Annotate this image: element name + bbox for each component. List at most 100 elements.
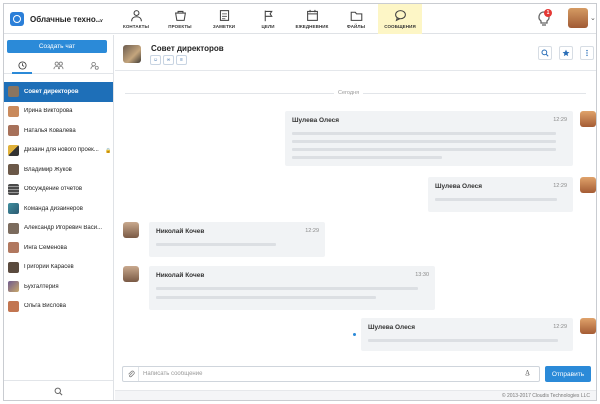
nav-label: ЗАМЕТКИ	[212, 24, 236, 29]
attach-button[interactable]	[123, 367, 139, 381]
contacts-icon	[128, 8, 144, 22]
nav-label: ПРОЕКТЫ	[168, 24, 192, 29]
favorite-button[interactable]	[559, 46, 573, 60]
lock-icon: 🔒	[105, 147, 112, 154]
main-nav: КОНТАКТЫ ПРОЕКТЫ ЗАМЕТКИ ЦЕЛИ ЕЖЕДНЕВНИК…	[114, 4, 422, 34]
message-bubble: Шулева Олеся 12:29	[285, 111, 573, 166]
workspace-name: Облачные техно...	[30, 14, 103, 24]
avatar	[8, 281, 19, 293]
chat-item[interactable]: Бухгалтерия	[4, 277, 113, 297]
chat-item[interactable]: Владимир Жуков	[4, 160, 113, 180]
chat-item[interactable]: Обсуждение отчетов	[4, 180, 113, 200]
message-author: Шулева Олеся	[435, 183, 483, 190]
chat-header: Совет директоров ☺ ∞ ≡	[115, 35, 596, 71]
message-time: 12:29	[553, 183, 567, 189]
notification-badge: 1	[544, 9, 552, 17]
tab-contacts[interactable]	[40, 58, 76, 73]
message-bubble: Николай Кочев 13:30	[149, 266, 435, 310]
chevron-down-icon: ⌄	[98, 14, 105, 23]
links-icon[interactable]: ≡	[176, 55, 187, 65]
message-input[interactable]	[143, 369, 513, 379]
avatar	[8, 125, 19, 137]
avatar	[8, 105, 19, 117]
tab-recent[interactable]	[4, 58, 40, 74]
text-format-icon[interactable]: A̲	[525, 369, 530, 377]
nav-goals[interactable]: ЦЕЛИ	[246, 4, 290, 34]
paperclip-icon	[127, 370, 135, 378]
search-icon	[541, 49, 549, 57]
message-text-line	[435, 198, 557, 201]
app-window: Облачные техно... ⌄ КОНТАКТЫ ПРОЕКТЫ ЗАМ…	[3, 3, 597, 401]
workspace-switcher[interactable]: Облачные техно... ⌄	[4, 4, 114, 34]
avatar	[580, 111, 596, 127]
avatar	[8, 164, 19, 176]
chat-item[interactable]: Команда дизайнеров	[4, 199, 113, 219]
chat-item-name: Бухгалтерия	[24, 283, 59, 290]
chat-item[interactable]: Дизайн для нового проек... 🔒	[4, 141, 113, 161]
message-author: Николай Кочев	[156, 228, 205, 235]
attachments-icon[interactable]: ∞	[163, 55, 174, 65]
chevron-down-icon[interactable]: ⌄	[590, 14, 596, 22]
chat-item[interactable]: Григорий Карасев	[4, 258, 113, 278]
create-chat-button[interactable]: Создать чат	[7, 40, 107, 53]
search-icon	[54, 387, 63, 396]
chat-item-name: Команда дизайнеров	[24, 205, 83, 212]
chat-item[interactable]: Инга Семенова	[4, 238, 113, 258]
nav-contacts[interactable]: КОНТАКТЫ	[114, 4, 158, 34]
sidebar-search-button[interactable]	[4, 380, 113, 400]
avatar	[580, 177, 596, 193]
message-text-line	[156, 243, 276, 246]
nav-projects[interactable]: ПРОЕКТЫ	[158, 4, 202, 34]
clock-icon	[18, 61, 27, 70]
workspace-logo-icon	[10, 12, 24, 26]
chat-header-actions: ☺ ∞ ≡	[150, 55, 187, 65]
avatar	[8, 261, 19, 273]
notes-icon	[216, 8, 232, 22]
message-author: Николай Кочев	[156, 272, 205, 279]
sidebar-tabs	[4, 58, 113, 74]
chat-item-name: Обсуждение отчетов	[24, 186, 83, 193]
chat-item[interactable]: Александр Игоревич Васи...	[4, 219, 113, 239]
avatar	[580, 318, 596, 334]
avatar	[8, 144, 19, 156]
message-text-line	[156, 287, 418, 290]
chat-item[interactable]: Наталья Ковалева	[4, 121, 113, 141]
nav-label: ФАЙЛЫ	[346, 24, 366, 29]
message-time: 13:30	[415, 272, 429, 278]
star-icon	[562, 49, 570, 57]
more-menu-button[interactable]	[580, 46, 594, 60]
avatar	[123, 266, 139, 282]
chat-item-name: Ирина Викторова	[24, 108, 73, 115]
tab-groups[interactable]	[77, 58, 113, 73]
chat-item-name: Наталья Ковалева	[24, 127, 76, 134]
more-vertical-icon	[586, 49, 588, 57]
avatar	[8, 183, 19, 195]
people-icon	[53, 61, 64, 70]
chat-item[interactable]: Ольга Вислова	[4, 297, 113, 317]
unread-indicator	[353, 333, 356, 336]
avatar	[8, 300, 19, 312]
message-time: 12:29	[553, 324, 567, 330]
user-avatar[interactable]	[568, 8, 588, 28]
avatar	[8, 86, 19, 98]
chat-item-name: Александр Игоревич Васи...	[24, 225, 103, 232]
message-text-line	[156, 296, 376, 299]
message-bubble: Шулева Олеся 12:29	[428, 177, 573, 212]
send-button[interactable]: Отправить	[545, 366, 591, 382]
chat-item[interactable]: Совет директоров	[4, 82, 113, 102]
nav-files[interactable]: ФАЙЛЫ	[334, 4, 378, 34]
folder-icon	[348, 8, 364, 22]
group-settings-icon	[90, 61, 99, 70]
chat-item[interactable]: Ирина Викторова	[4, 102, 113, 122]
chat-item-name: Инга Семенова	[24, 244, 67, 251]
chat-item-name: Владимир Жуков	[24, 166, 72, 173]
chat-search-button[interactable]	[538, 46, 552, 60]
nav-calendar[interactable]: ЕЖЕДНЕВНИК	[290, 4, 334, 34]
nav-notes[interactable]: ЗАМЕТКИ	[202, 4, 246, 34]
nav-label: ЕЖЕДНЕВНИК	[295, 24, 329, 29]
members-icon[interactable]: ☺	[150, 55, 161, 65]
message-text-line	[292, 140, 556, 143]
avatar	[8, 222, 19, 234]
message-author: Шулева Олеся	[368, 324, 416, 331]
nav-messages[interactable]: СООБЩЕНИЯ	[378, 4, 422, 34]
